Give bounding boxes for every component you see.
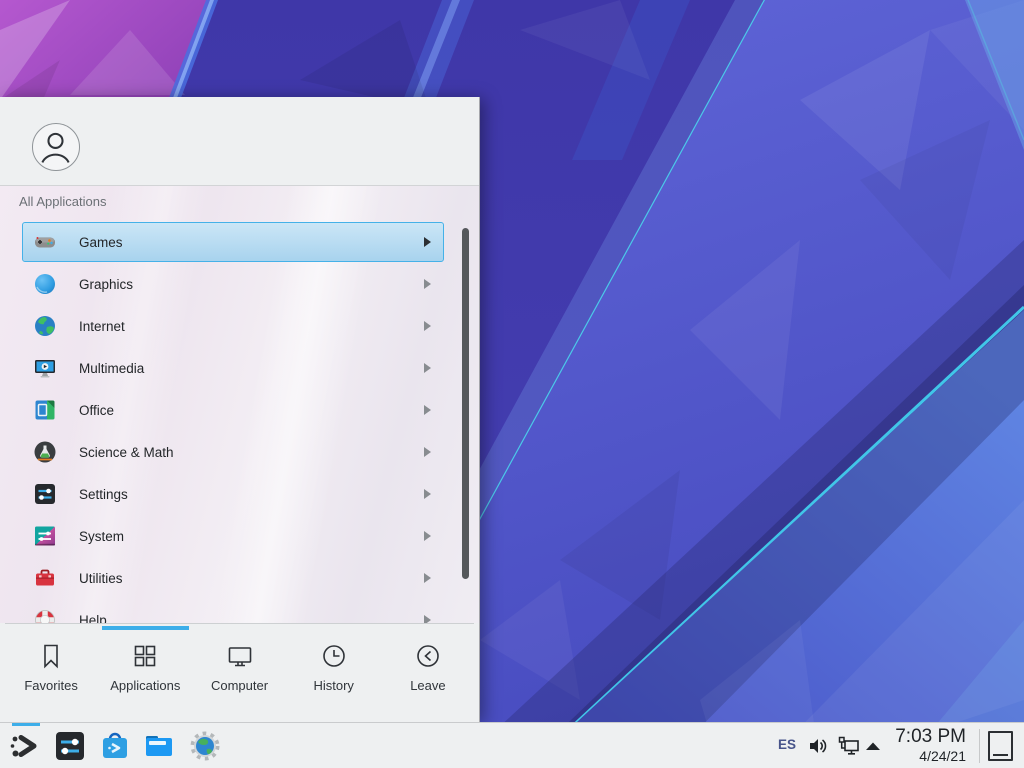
clock-date: 4/24/21	[895, 748, 966, 765]
submenu-arrow-icon	[424, 237, 431, 247]
digital-clock[interactable]: 7:03 PM 4/24/21	[895, 725, 966, 765]
settings-sliders-icon	[33, 482, 57, 506]
tab-applications[interactable]: Applications	[98, 631, 192, 722]
submenu-arrow-icon	[424, 363, 431, 373]
submenu-arrow-icon	[424, 573, 431, 583]
tab-label: Applications	[110, 678, 180, 693]
category-item-internet[interactable]: Internet	[22, 306, 444, 346]
category-item-system[interactable]: System	[22, 516, 444, 556]
user-icon	[32, 123, 80, 171]
submenu-arrow-icon	[424, 531, 431, 541]
clock-time: 7:03 PM	[895, 725, 966, 748]
category-label: Internet	[79, 319, 125, 334]
desktop: Raphael Hertzog All Applications	[0, 0, 1024, 768]
system-sliders-icon	[33, 524, 57, 548]
toolbox-icon	[33, 566, 57, 590]
flask-icon	[33, 440, 57, 464]
category-item-multimedia[interactable]: Multimedia	[22, 348, 444, 388]
category-label: Settings	[79, 487, 128, 502]
tab-leave[interactable]: Leave	[381, 631, 475, 722]
network-icon[interactable]	[838, 736, 860, 756]
office-document-icon	[33, 398, 57, 422]
category-label: Office	[79, 403, 114, 418]
web-browser-icon[interactable]	[189, 730, 221, 762]
active-tab-indicator	[102, 626, 189, 630]
category-item-office[interactable]: Office	[22, 390, 444, 430]
leave-icon	[414, 642, 442, 670]
show-desktop-button[interactable]	[988, 731, 1013, 761]
globe-icon	[33, 314, 57, 338]
taskbar: ES 7:03 PM 4/24/21	[0, 722, 1024, 768]
tab-label: Leave	[410, 678, 445, 693]
submenu-arrow-icon	[424, 405, 431, 415]
tab-label: History	[313, 678, 353, 693]
launcher-tab-bar: Favorites Applications C	[0, 631, 479, 722]
file-manager-icon[interactable]	[143, 730, 175, 762]
tab-label: Computer	[211, 678, 268, 693]
tab-computer[interactable]: Computer	[192, 631, 286, 722]
category-item-games[interactable]: Games	[22, 222, 444, 262]
category-item-science-math[interactable]: Science & Math	[22, 432, 444, 472]
category-label: Help	[79, 613, 107, 624]
category-item-help[interactable]: Help	[22, 600, 444, 623]
system-settings-icon[interactable]	[54, 730, 86, 762]
category-label: System	[79, 529, 124, 544]
monitor-play-icon	[33, 356, 57, 380]
tab-label: Favorites	[24, 678, 77, 693]
submenu-arrow-icon	[424, 321, 431, 331]
tab-history[interactable]: History	[287, 631, 381, 722]
category-label: Multimedia	[79, 361, 144, 376]
category-label: Graphics	[79, 277, 133, 292]
category-list: Games Graphics	[22, 222, 444, 623]
active-task-indicator	[12, 723, 40, 726]
section-label: All Applications	[19, 194, 106, 209]
application-launcher-menu: Raphael Hertzog All Applications	[0, 97, 480, 722]
discover-store-icon[interactable]	[99, 730, 131, 762]
category-item-graphics[interactable]: Graphics	[22, 264, 444, 304]
launcher-header: Raphael Hertzog	[0, 97, 479, 185]
lifebuoy-icon	[33, 608, 57, 623]
category-label: Games	[79, 235, 123, 250]
history-clock-icon	[320, 642, 348, 670]
category-item-settings[interactable]: Settings	[22, 474, 444, 514]
submenu-arrow-icon	[424, 615, 431, 623]
gamepad-icon	[33, 230, 57, 254]
tray-separator	[979, 729, 980, 763]
expand-tray-icon[interactable]	[865, 741, 881, 751]
submenu-arrow-icon	[424, 447, 431, 457]
bookmark-icon	[37, 642, 65, 670]
show-desktop-bar	[993, 754, 1008, 756]
submenu-arrow-icon	[424, 279, 431, 289]
computer-icon	[226, 642, 254, 670]
sphere-icon	[33, 272, 57, 296]
category-item-utilities[interactable]: Utilities	[22, 558, 444, 598]
keyboard-layout-indicator[interactable]: ES	[778, 737, 796, 752]
category-label: Science & Math	[79, 445, 174, 460]
app-launcher-icon[interactable]	[8, 730, 40, 762]
footer-divider	[5, 623, 474, 624]
app-grid-icon	[131, 642, 159, 670]
submenu-arrow-icon	[424, 489, 431, 499]
tab-favorites[interactable]: Favorites	[4, 631, 98, 722]
category-label: Utilities	[79, 571, 123, 586]
list-scrollbar[interactable]	[462, 228, 469, 579]
volume-icon[interactable]	[808, 736, 828, 756]
